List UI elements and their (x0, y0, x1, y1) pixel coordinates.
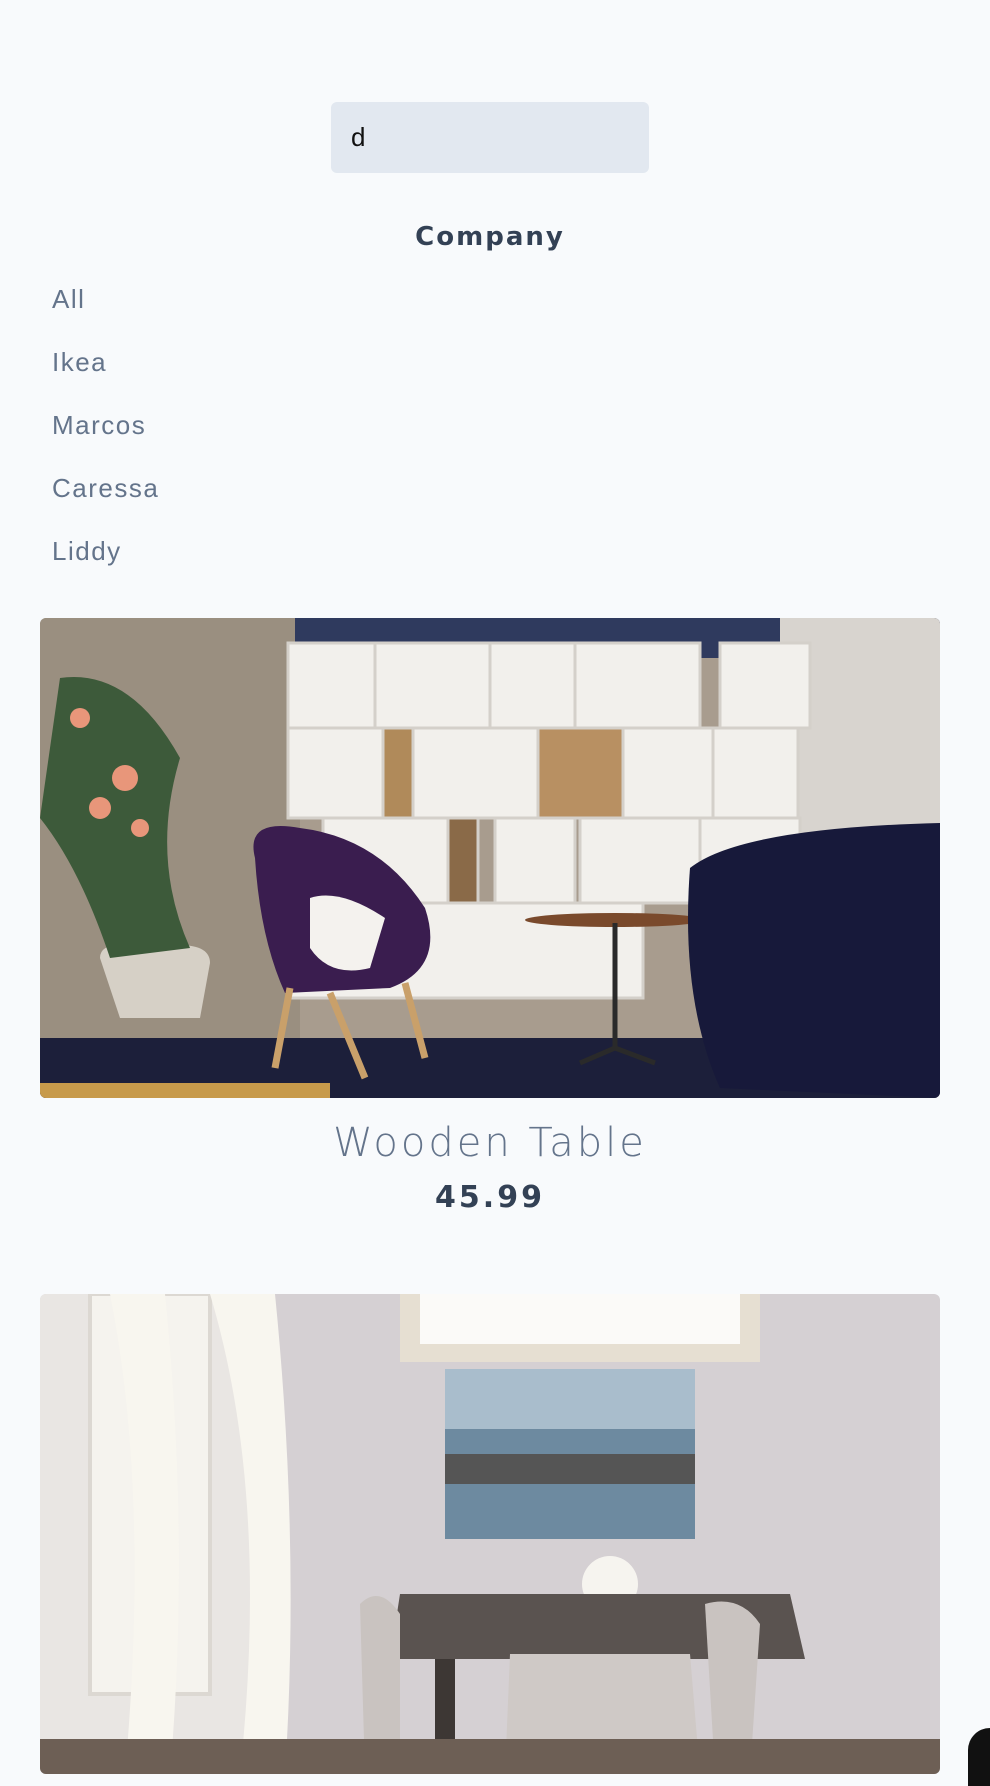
product-card (40, 1294, 940, 1774)
products-page: Company All Ikea Marcos Caressa Liddy (0, 0, 990, 1786)
search-input[interactable] (331, 102, 649, 173)
company-filter-liddy[interactable]: Liddy (52, 530, 159, 593)
company-filter-heading: Company (415, 222, 565, 252)
dining-room-image (40, 1294, 940, 1774)
company-filter-caressa[interactable]: Caressa (52, 467, 159, 530)
company-filter-marcos[interactable]: Marcos (52, 404, 159, 467)
product-card: Wooden Table 45.99 (40, 618, 940, 1215)
company-filter-all[interactable]: All (52, 278, 159, 341)
living-room-image (40, 618, 940, 1098)
product-name: Wooden Table (333, 1120, 647, 1166)
company-filter-ikea[interactable]: Ikea (52, 341, 159, 404)
product-price: 45.99 (435, 1180, 545, 1215)
product-image-link[interactable] (40, 1294, 940, 1774)
page-corner (968, 1728, 990, 1786)
product-image-link[interactable] (40, 618, 940, 1098)
company-filter-list: All Ikea Marcos Caressa Liddy (52, 278, 159, 593)
